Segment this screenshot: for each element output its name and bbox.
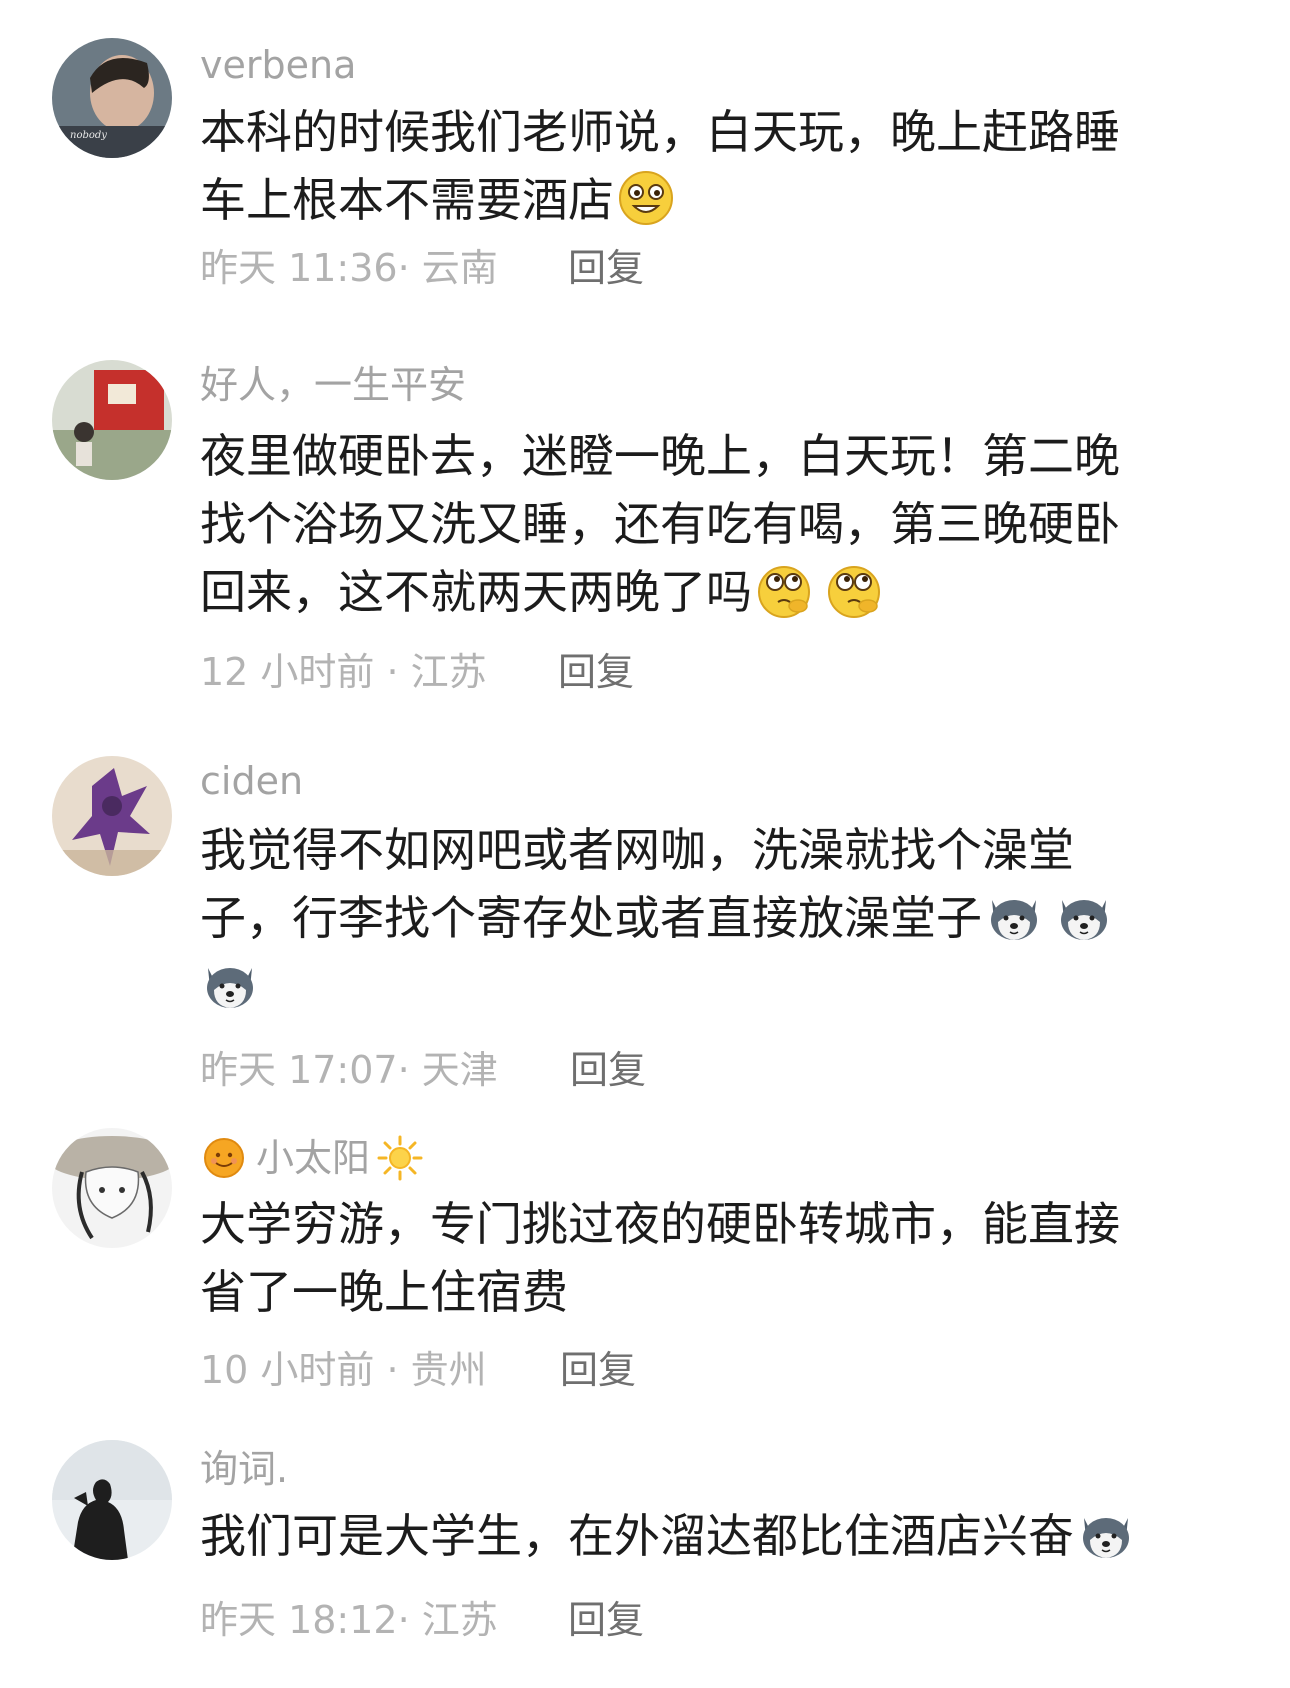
comment-line [200,952,1210,1020]
username[interactable]: ciden [200,758,303,804]
comment-meta: 12 小时前 · 江苏 [200,650,487,694]
husky-emoji-icon [1054,886,1114,946]
reply-button[interactable]: 回复 [558,648,634,696]
comment-line: 子，行李找个寄存处或者直接放澡堂子 [200,884,1210,952]
comment-text: 本科的时候我们老师说，白天玩，晚上赶路睡 车上根本不需要酒店 [200,98,1210,234]
comment-text: 我们可是大学生，在外溜达都比住酒店兴奋 [200,1502,1210,1570]
avatar[interactable] [52,1440,172,1560]
avatar[interactable] [52,360,172,480]
comment-line-text: 子，行李找个寄存处或者直接放澡堂子 [200,891,982,945]
comment-line: 我们可是大学生，在外溜达都比住酒店兴奋 [200,1502,1210,1570]
avatar[interactable] [52,756,172,876]
thinking-emoji-icon [754,560,814,620]
comment-line: 车上根本不需要酒店 [200,166,1210,234]
comment-meta: 昨天 17:07· 天津 [200,1048,498,1092]
avatar[interactable] [52,1128,172,1248]
username[interactable]: 询词. [200,1446,288,1492]
husky-emoji-icon [984,886,1044,946]
sun-icon [376,1134,424,1182]
comment-line-text: 回来，这不就两天两晚了吗 [200,565,752,619]
husky-emoji-icon [1076,1504,1136,1564]
husky-emoji-icon [200,954,260,1014]
grin-emoji-icon [616,168,676,228]
comment-meta: 昨天 11:36· 云南 [200,246,498,290]
comment-line: 夜里做硬卧去，迷瞪一晚上，白天玩！第二晚 [200,429,1120,483]
comment-text: 大学穷游，专门挑过夜的硬卧转城市，能直接 省了一晚上住宿费 [200,1190,1210,1326]
comment-line: 回来，这不就两天两晚了吗 [200,558,1210,626]
comment-line: 我觉得不如网吧或者网咖，洗澡就找个澡堂 [200,823,1074,877]
avatar[interactable]: nobody [52,38,172,158]
comment-text: 我觉得不如网吧或者网咖，洗澡就找个澡堂 子，行李找个寄存处或者直接放澡堂子 [200,816,1210,1020]
thinking-emoji-icon [824,560,884,620]
comment-line: 本科的时候我们老师说，白天玩，晚上赶路睡 [200,105,1120,159]
reply-button[interactable]: 回复 [568,1596,644,1644]
comment-meta: 昨天 18:12· 江苏 [200,1598,498,1642]
comment-line-text: 我们可是大学生，在外溜达都比住酒店兴奋 [200,1509,1074,1563]
comment-line-text: 车上根本不需要酒店 [200,173,614,227]
reply-button[interactable]: 回复 [568,244,644,292]
comment-line: 大学穷游，专门挑过夜的硬卧转城市，能直接 [200,1197,1120,1251]
comment-line: 省了一晚上住宿费 [200,1265,568,1319]
username-text: 小太阳 [256,1136,371,1180]
comment-meta: 10 小时前 · 贵州 [200,1348,487,1392]
svg-text:nobody: nobody [70,130,107,141]
username[interactable]: 小太阳 [200,1134,424,1182]
sun-face-icon [200,1134,248,1182]
reply-button[interactable]: 回复 [560,1346,636,1394]
reply-button[interactable]: 回复 [570,1046,646,1094]
comment-line: 找个浴场又洗又睡，还有吃有喝，第三晚硬卧 [200,497,1120,551]
comment-text: 夜里做硬卧去，迷瞪一晚上，白天玩！第二晚 找个浴场又洗又睡，还有吃有喝，第三晚硬… [200,422,1210,626]
username[interactable]: verbena [200,42,356,88]
username[interactable]: 好人，一生平安 [200,362,466,408]
